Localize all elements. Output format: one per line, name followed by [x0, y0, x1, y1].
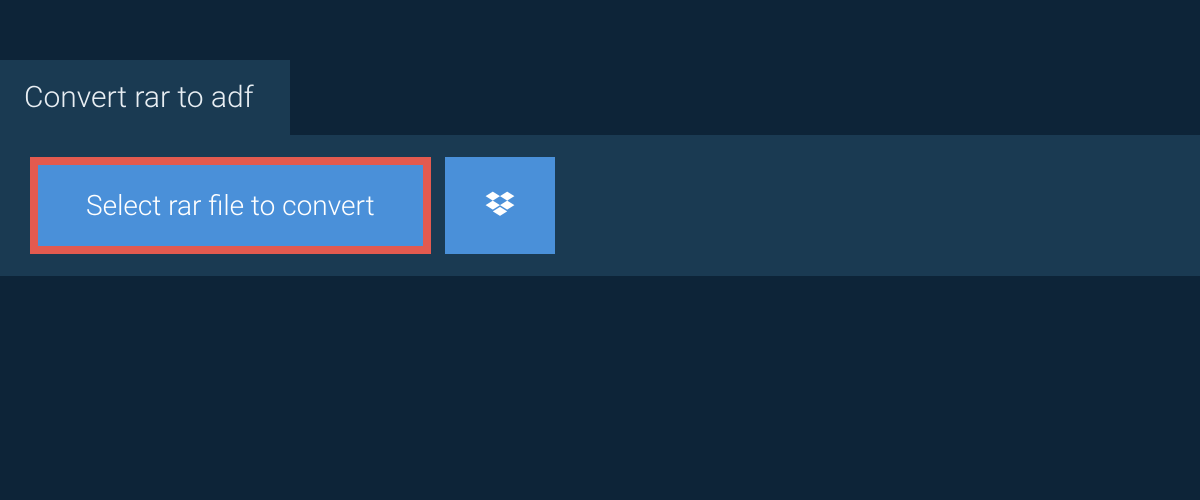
- select-file-label: Select rar file to convert: [86, 189, 375, 222]
- select-file-button[interactable]: Select rar file to convert: [30, 157, 431, 254]
- button-row: Select rar file to convert: [30, 157, 1170, 254]
- tab-convert[interactable]: Convert rar to adf: [0, 60, 290, 135]
- dropbox-icon: [482, 188, 518, 224]
- dropbox-button[interactable]: [445, 157, 555, 254]
- tab-bar: Convert rar to adf: [0, 0, 1200, 135]
- converter-panel: Select rar file to convert: [0, 135, 1200, 276]
- tab-label: Convert rar to adf: [24, 80, 254, 115]
